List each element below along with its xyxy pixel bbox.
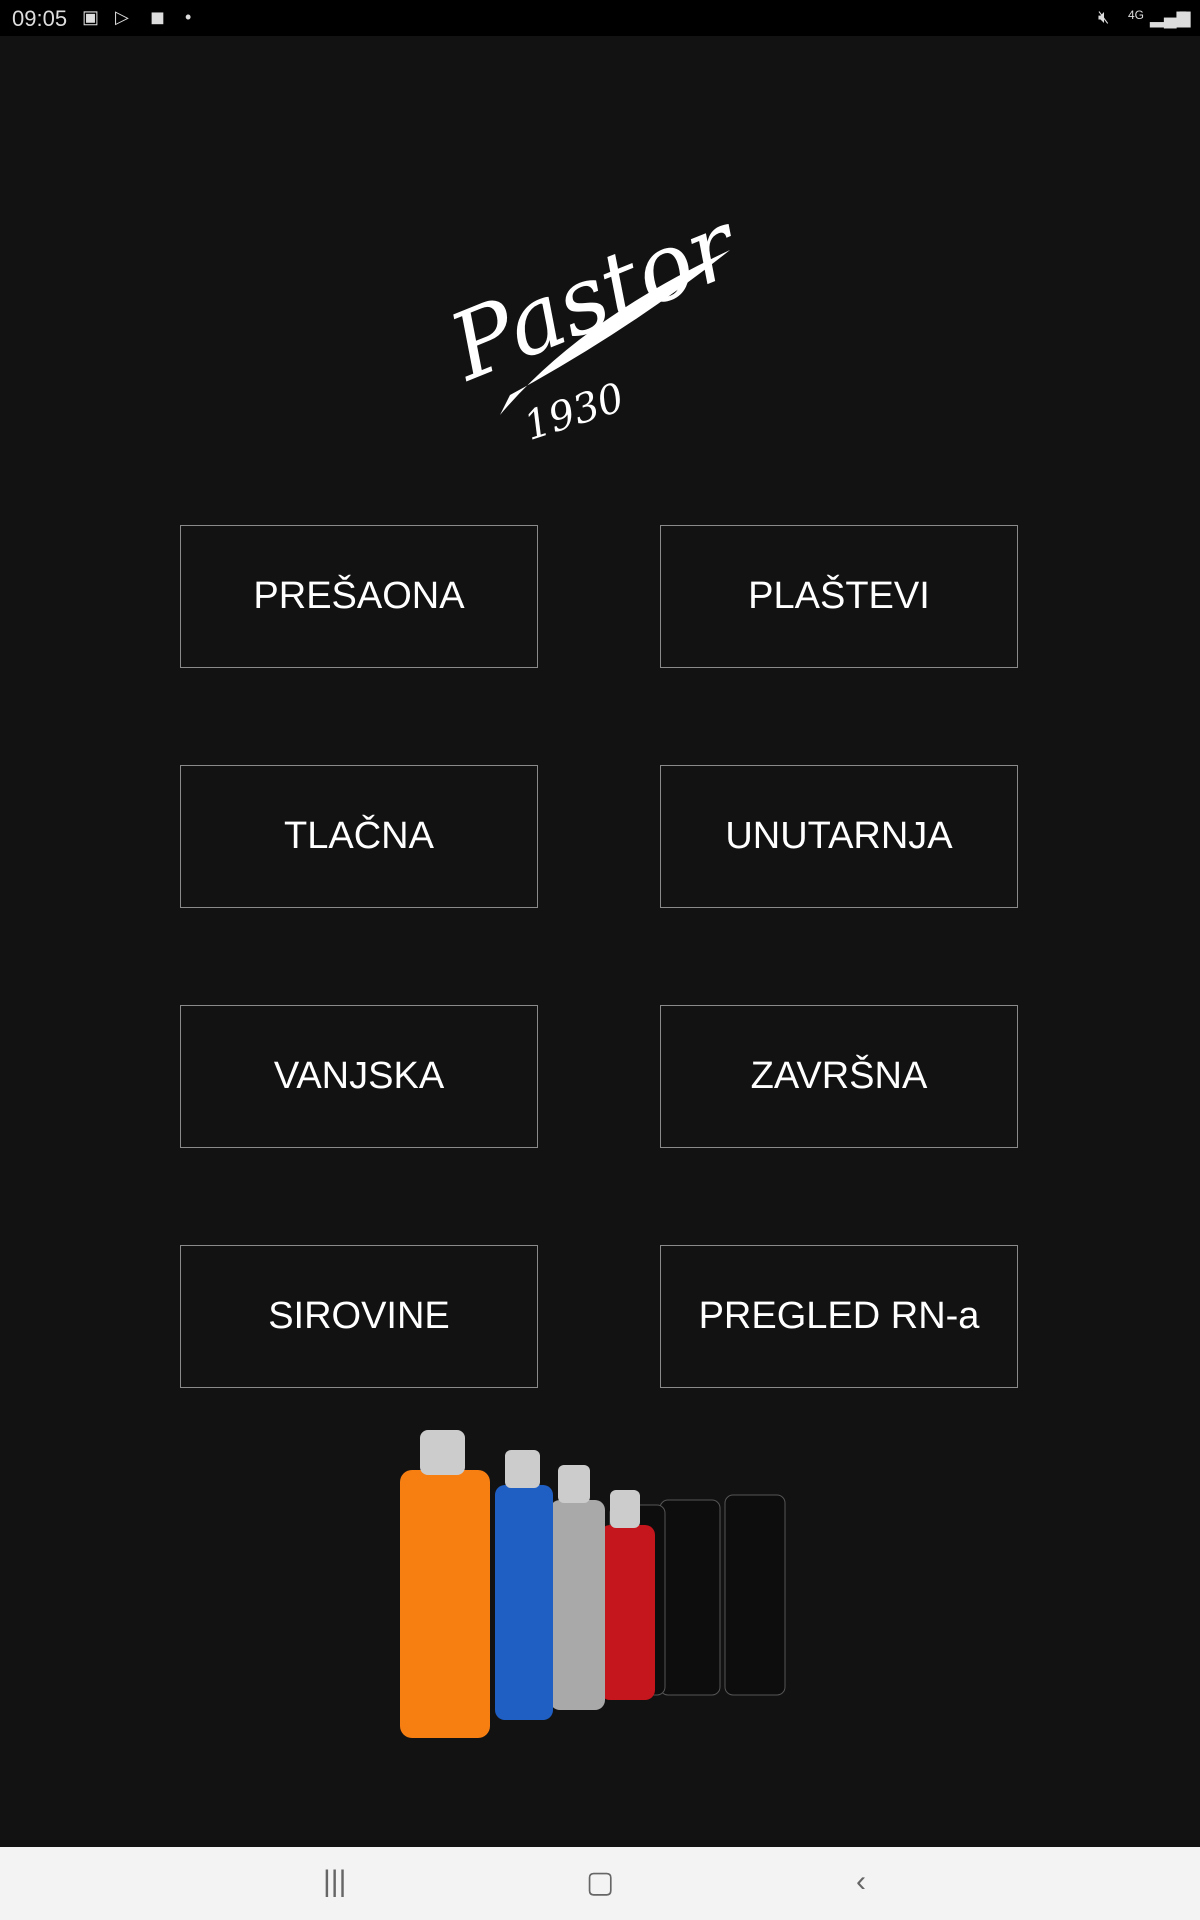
system-navigation-bar: ||| ▢ ‹ <box>0 1847 1200 1920</box>
vanjska-button[interactable]: VANJSKA <box>180 1005 538 1148</box>
presaona-button[interactable]: PREŠAONA <box>180 525 538 668</box>
network-type-label: 4G <box>1128 8 1145 22</box>
back-icon[interactable]: ‹ <box>856 1865 866 1899</box>
battery-charging-icon: ▮ <box>1178 7 1188 27</box>
pastor-logo: Pastor 1930 <box>434 189 750 440</box>
unutarnja-button[interactable]: UNUTARNJA <box>660 765 1018 908</box>
more-notifications-dot-icon: • <box>185 7 192 27</box>
svg-text:Pastor: Pastor <box>434 189 750 402</box>
mute-icon: 🔇︎ <box>1098 7 1110 27</box>
pregled-rn-button[interactable]: PREGLED RN-a <box>660 1245 1018 1388</box>
status-bar: 09:05 ▣ ▷ ◼ • 🔇︎ 4G ▂▄▆ ▮ <box>0 0 1200 36</box>
svg-text:1930: 1930 <box>519 375 630 440</box>
sirovine-button[interactable]: SIROVINE <box>180 1245 538 1388</box>
recent-apps-icon[interactable]: ||| <box>323 1865 346 1899</box>
plastevi-button[interactable]: PLAŠTEVI <box>660 525 1018 668</box>
zavrsna-button[interactable]: ZAVRŠNA <box>660 1005 1018 1148</box>
tlacna-button[interactable]: TLAČNA <box>180 765 538 908</box>
fire-extinguishers-image <box>400 1430 786 1738</box>
shopping-bag-icon: ◼ <box>150 7 165 27</box>
home-icon[interactable]: ▢ <box>586 1865 614 1900</box>
gallery-notification-icon: ▣ <box>82 7 100 27</box>
status-time: 09:05 <box>12 6 68 31</box>
play-store-icon: ▷ <box>115 7 129 27</box>
